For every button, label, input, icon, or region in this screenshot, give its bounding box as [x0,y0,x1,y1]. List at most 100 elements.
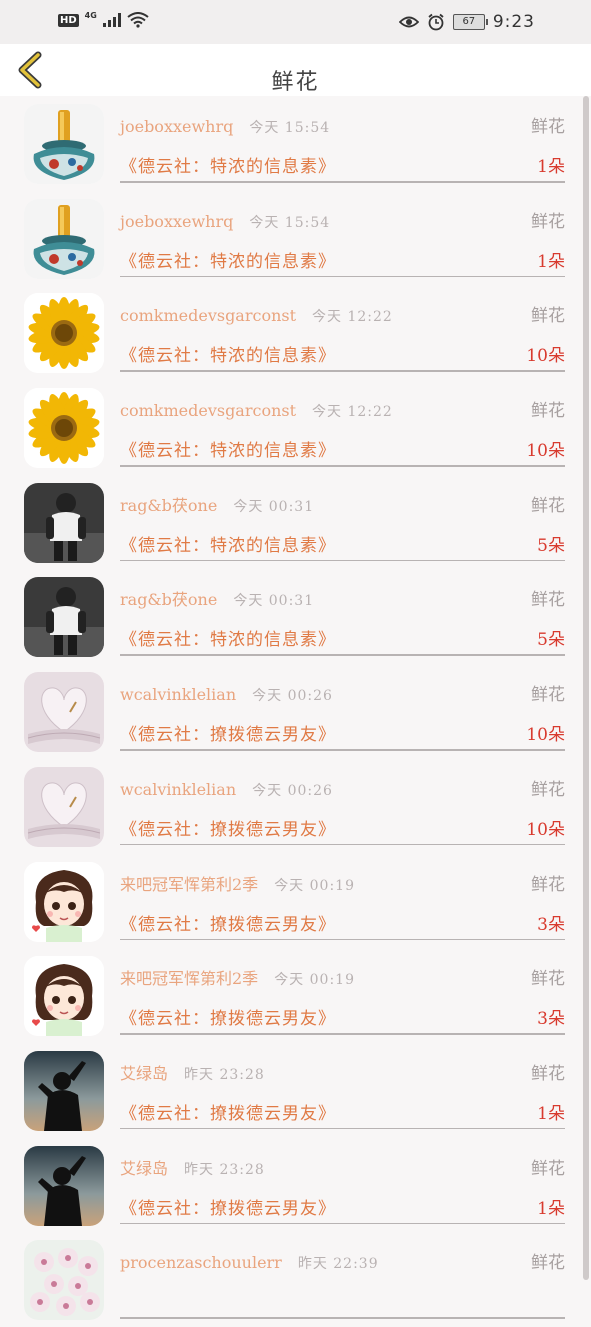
row-detail: 《德云社：撩拨德云男友》 10朵 [120,720,565,746]
divider [120,1222,565,1225]
username[interactable]: 艾绿岛 [120,1060,168,1084]
scrollbar[interactable] [583,96,589,1280]
wifi-icon [127,12,149,28]
flower-gift-list: joeboxxewhrq 今天 15:54 鲜花 《德云社：特浓的信息素》 1朵 joeb… [0,96,591,1327]
book-title[interactable]: 《德云社：特浓的信息素》 [120,341,336,366]
timestamp: 今天 00:19 [274,972,355,989]
status-time: 9:23 [492,12,535,32]
divider [120,749,565,751]
list-item[interactable]: joeboxxewhrq 今天 15:54 鲜花《德云社：特浓的信息素》 1朵 [0,96,591,191]
timestamp: 昨天 23:28 [184,1066,265,1083]
list-item[interactable]: joeboxxewhrq 今天 15:54 鲜花 《德云社：特浓的信息素》 1朵 [0,191,591,286]
avatar[interactable] [24,1050,104,1131]
list-item[interactable]: 来吧冠军恽第利2季 今天 00:19 鲜花 《德云社：撩拨德云男友》 3朵 [0,948,591,1043]
username[interactable]: rag&b茯one [120,586,217,610]
book-title[interactable]: 《德云社：特浓的信息素》 [120,625,336,650]
gift-type-label: 鲜花 [531,211,565,232]
username[interactable]: 来吧冠军恽第利2季 [120,965,258,989]
flower-count: 10朵 [526,441,565,462]
row-header: 艾绿岛 昨天 23:28 鲜花 [120,1059,565,1084]
avatar[interactable] [24,293,104,374]
timestamp: 今天 12:22 [312,404,393,421]
row-header: rag&b茯one 今天 00:31 鲜花 [120,585,565,610]
gift-type-label: 鲜花 [531,117,565,137]
row-header: rag&b茯one 今天 00:31 鲜花 [120,491,565,516]
list-item[interactable]: 来吧冠军恽第利2季 今天 00:19 鲜花 《德云社：撩拨德云男友》 3朵 [0,854,591,949]
username[interactable]: joeboxxewhrq [120,117,233,136]
row-detail: 《德云社：特浓的信息素》 1朵 [120,152,565,178]
username[interactable]: 来吧冠军恽第利2季 [120,871,258,895]
list-item[interactable]: wcalvinklelian 今天 00:26 鲜花 《德云社：撩拨德云男友》 10朵 [0,759,591,854]
list-item[interactable]: rag&b茯one 今天 00:31 鲜花 《德云社：特浓的信息素》 5朵 [0,569,591,664]
row-detail: 《德云社：特浓的信息素》 10朵 [120,436,565,462]
username[interactable]: comkmedevsgarconst [120,306,296,325]
flower-count: 10朵 [526,819,565,840]
timestamp: 昨天 23:28 [184,1161,265,1178]
book-title[interactable]: 《德云社：特浓的信息素》 [120,531,336,556]
timestamp: 今天 15:54 [249,214,331,231]
list-item[interactable]: comkmedevsgarconst 今天 12:22 鲜花 《德云社：特浓的信息素》… [0,285,591,380]
timestamp: 今天 00:19 [274,877,355,894]
book-title[interactable]: 《德云社：撩拨德云男友》 [120,720,336,745]
gift-type-label: 鲜花 [531,685,565,706]
avatar[interactable] [24,766,104,847]
eye-comfort-icon [398,16,419,28]
flower-count: 3朵 [537,914,565,935]
username[interactable]: rag&b茯one [120,492,217,516]
username[interactable]: wcalvinklelian [120,685,236,704]
avatar[interactable] [24,104,104,184]
avatar[interactable] [24,861,104,942]
avatar[interactable] [24,672,104,753]
timestamp: 昨天 22:39 [297,1256,379,1273]
book-title[interactable]: 《德云社：特浓的信息素》 [120,436,336,461]
avatar[interactable] [24,1240,104,1321]
book-title[interactable]: 《德云社：撩拨德云男友》 [120,815,336,840]
row-header: wcalvinklelian 今天 00:26 鲜花 [120,775,565,800]
timestamp: 今天 15:54 [249,120,331,136]
book-title[interactable]: 《德云社：撩拨德云男友》 [120,1004,336,1029]
gift-type-label: 鲜花 [531,1253,565,1274]
gift-type-label: 鲜花 [531,779,565,800]
row-header: comkmedevsgarconst 今天 12:22 鲜花 [120,301,565,326]
avatar[interactable] [24,198,104,279]
row-detail: 《德云社：特浓的信息素》 5朵 [120,531,565,557]
page-title: 鲜花 [271,70,320,95]
avatar[interactable] [24,1145,104,1226]
book-title[interactable]: 《德云社：撩拨德云男友》 [120,1099,336,1124]
gift-type-label: 鲜花 [531,1063,565,1084]
divider [120,465,565,467]
book-title[interactable]: 《德云社：特浓的信息素》 [120,152,336,177]
divider [120,843,565,846]
book-title[interactable]: 《德云社：撩拨德云男友》 [120,1194,336,1219]
scrollbar-thumb[interactable] [583,96,589,1280]
divider [120,654,565,656]
list-item[interactable]: wcalvinklelian 今天 00:26 鲜花 《德云社：撩拨德云男友》 10朵 [0,664,591,759]
avatar[interactable] [24,577,104,658]
username[interactable]: 艾绿岛 [120,1155,168,1179]
status-left: HD 4G [58,11,149,28]
book-title[interactable]: 《德云社：特浓的信息素》 [120,247,336,272]
row-header: 来吧冠军恽第利2季 今天 00:19 鲜花 [120,964,565,989]
header: 鲜花 [0,44,591,96]
avatar[interactable] [24,482,104,563]
book-title[interactable]: 《德云社：撩拨德云男友》 [120,910,336,935]
alarm-icon [428,13,444,31]
list-item[interactable]: rag&b茯one 今天 00:31 鲜花 《德云社：特浓的信息素》 5朵 [0,475,591,570]
username[interactable]: procenzaschouulerr [120,1253,282,1272]
flower-count: 3朵 [537,1009,565,1030]
battery-icon: 67 [452,14,488,30]
divider [120,275,565,278]
flower-count: 1朵 [537,157,565,177]
list-item[interactable]: comkmedevsgarconst 今天 12:22 鲜花 《德云社：特浓的信息素》… [0,380,591,475]
avatar[interactable] [24,956,104,1037]
avatar[interactable] [24,388,104,469]
row-detail: 《德云社：撩拨德云男友》 1朵 [120,1194,565,1220]
username[interactable]: joeboxxewhrq [120,212,233,231]
username[interactable]: wcalvinklelian [120,780,236,799]
flower-count: 10朵 [526,725,565,746]
list-item[interactable]: 艾绿岛 昨天 23:28 鲜花 《德云社：撩拨德云男友》 1朵 [0,1138,591,1233]
username[interactable]: comkmedevsgarconst [120,401,296,420]
row-detail: 《德云社：撩拨德云男友》 3朵 [120,910,565,936]
list-item[interactable]: 艾绿岛 昨天 23:28 鲜花 《德云社：撩拨德云男友》 1朵 [0,1043,591,1138]
timestamp: 今天 12:22 [312,309,393,326]
